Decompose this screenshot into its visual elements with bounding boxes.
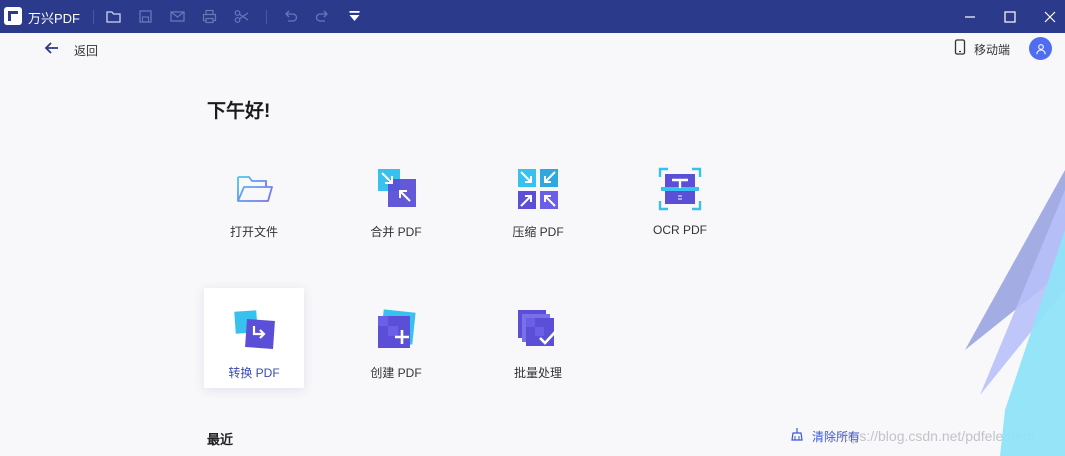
maximize-icon[interactable] xyxy=(990,0,1030,33)
tile-merge-pdf[interactable]: 合并 PDF xyxy=(346,147,446,247)
tile-label: OCR PDF xyxy=(653,223,707,237)
app-title: 万兴PDF xyxy=(28,11,81,26)
back-button[interactable]: 返回 xyxy=(44,40,98,60)
merge-icon xyxy=(374,167,418,211)
convert-icon xyxy=(232,308,276,352)
decorative-ribbons xyxy=(965,170,1065,456)
greeting: 下午好! xyxy=(207,101,271,122)
print-icon[interactable] xyxy=(201,8,218,25)
recent-title: 最近 xyxy=(207,432,234,447)
tile-open-file[interactable]: 打开文件 xyxy=(204,147,304,247)
mobile-label: 移动端 xyxy=(974,43,1011,57)
compress-icon xyxy=(516,167,560,211)
back-label: 返回 xyxy=(74,43,99,58)
tile-batch-process[interactable]: 批量处理 xyxy=(488,288,588,388)
scissors-icon[interactable] xyxy=(233,8,250,25)
user-icon xyxy=(1035,43,1046,54)
tile-label: 合并 PDF xyxy=(370,225,422,239)
undo-icon[interactable] xyxy=(282,8,299,25)
arrow-left-icon xyxy=(44,40,60,61)
dropdown-icon[interactable] xyxy=(346,8,363,25)
tile-label: 压缩 PDF xyxy=(512,225,564,239)
tile-create-pdf[interactable]: 创建 PDF xyxy=(346,288,446,388)
minimize-icon[interactable] xyxy=(950,0,990,33)
folder-icon[interactable] xyxy=(105,8,122,25)
create-icon xyxy=(374,308,418,352)
batch-icon xyxy=(516,308,560,352)
tile-ocr-pdf[interactable]: OCR PDF xyxy=(630,147,730,247)
mail-icon[interactable] xyxy=(169,8,186,25)
phone-icon xyxy=(954,39,966,60)
toolbar-divider xyxy=(266,10,267,24)
tile-label: 打开文件 xyxy=(229,225,278,239)
tile-label: 批量处理 xyxy=(513,366,562,380)
tile-label: 创建 PDF xyxy=(370,366,422,380)
close-icon[interactable] xyxy=(1030,0,1065,33)
mobile-button[interactable]: 移动端 xyxy=(954,39,1010,60)
avatar[interactable] xyxy=(1029,37,1052,60)
tile-compress-pdf[interactable]: 压缩 PDF xyxy=(488,147,588,247)
redo-icon[interactable] xyxy=(314,8,331,25)
toolbar-divider xyxy=(93,10,94,24)
tile-convert-pdf[interactable]: 转换 PDF xyxy=(204,288,304,388)
open-folder-icon xyxy=(232,167,276,211)
broom-icon xyxy=(790,427,804,446)
ocr-icon xyxy=(658,167,702,211)
app-logo-icon xyxy=(4,7,22,25)
save-icon[interactable] xyxy=(137,8,154,25)
tile-label: 转换 PDF xyxy=(228,366,280,380)
title-bar: 万兴PDF xyxy=(0,0,1065,33)
